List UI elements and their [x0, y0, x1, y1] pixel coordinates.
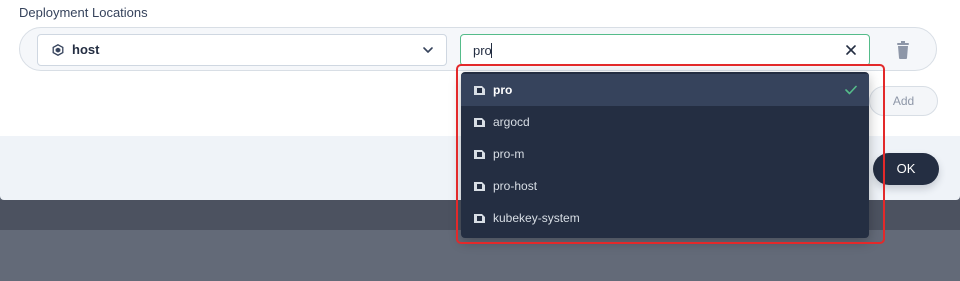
namespace-icon	[474, 182, 485, 191]
check-icon	[845, 85, 857, 95]
dropdown-item[interactable]: pro	[461, 74, 869, 106]
dropdown-item[interactable]: pro-m	[461, 138, 869, 170]
ok-button[interactable]: OK	[873, 153, 939, 185]
deployment-locations-label: Deployment Locations	[19, 5, 148, 20]
namespace-input[interactable]	[473, 41, 833, 59]
text-caret	[491, 43, 492, 58]
add-location-button[interactable]: Add	[869, 86, 938, 116]
clear-input-icon[interactable]	[845, 44, 857, 56]
dropdown-item-label: argocd	[493, 115, 530, 129]
cluster-select-value: host	[72, 42, 100, 57]
chevron-down-icon	[423, 47, 433, 53]
dropdown-item[interactable]: pro-host	[461, 170, 869, 202]
cluster-icon	[52, 44, 64, 56]
namespace-icon	[474, 214, 485, 223]
dropdown-item-label: pro	[493, 83, 513, 97]
namespace-icon	[474, 150, 485, 159]
dropdown-item-label: kubekey-system	[493, 211, 580, 225]
trash-icon[interactable]	[893, 39, 913, 61]
namespace-icon	[474, 86, 485, 95]
dropdown-item[interactable]: argocd	[461, 106, 869, 138]
dropdown-item[interactable]: kubekey-system	[461, 202, 869, 234]
dropdown-item-label: pro-host	[493, 179, 538, 193]
dropdown-item-label: pro-m	[493, 147, 525, 161]
namespace-field[interactable]	[460, 34, 870, 66]
cluster-select[interactable]: host	[37, 34, 447, 66]
namespace-dropdown: pro argocd pro-m pro-host kubekey-system	[461, 72, 869, 238]
namespace-icon	[474, 118, 485, 127]
